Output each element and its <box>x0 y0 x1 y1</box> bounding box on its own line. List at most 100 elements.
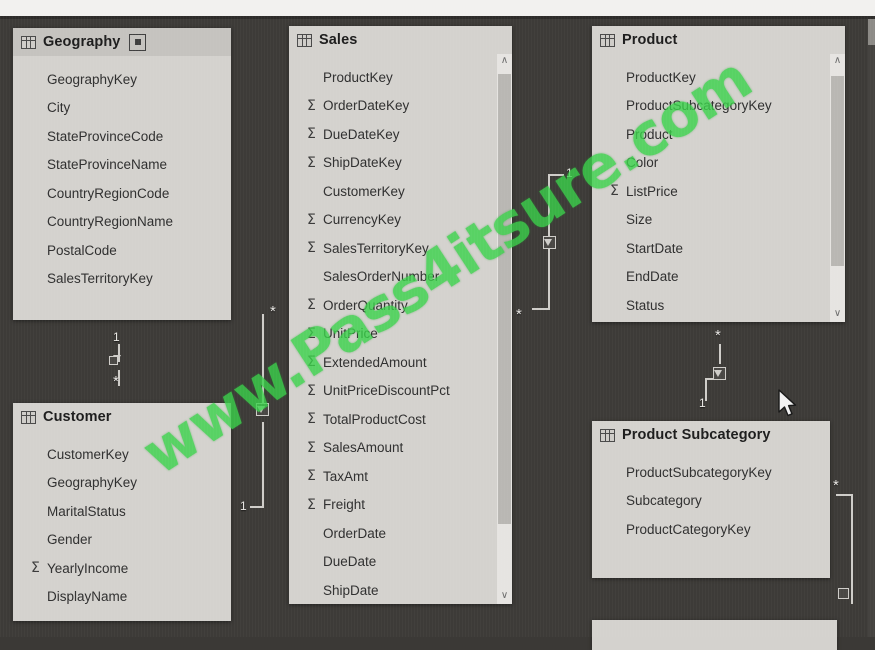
cardinality-many-product: * <box>715 327 721 344</box>
field-label: SalesTerritoryKey <box>47 271 153 287</box>
field-row[interactable]: ΣStateProvinceCode <box>13 122 231 151</box>
field-label: SalesTerritoryKey <box>323 240 429 256</box>
field-row[interactable]: ΣGeographyKey <box>13 65 231 94</box>
field-row[interactable]: ΣStateProvinceName <box>13 151 231 180</box>
scroll-up-icon[interactable]: ∧ <box>501 54 508 69</box>
scrollbar-thumb[interactable] <box>831 76 844 266</box>
field-label: MaritalStatus <box>47 503 126 519</box>
table-title-sales: Sales <box>319 32 358 48</box>
scrollbar-product[interactable]: ∧ ∨ <box>830 54 845 322</box>
field-row[interactable]: ΣDueDate <box>289 548 512 577</box>
field-row[interactable]: ΣMaritalStatus <box>13 497 231 526</box>
field-label: Freight <box>323 497 366 513</box>
table-card-customer[interactable]: Customer ΣCustomerKey ΣGeographyKey ΣMar… <box>13 403 231 621</box>
field-row[interactable]: Σ SalesTerritoryKey <box>289 234 512 263</box>
field-row[interactable]: ΣShipDate <box>289 576 512 604</box>
field-label: OrderDateKey <box>323 98 410 114</box>
scroll-down-icon[interactable]: ∨ <box>501 589 508 604</box>
field-row[interactable]: ΣCustomerKey <box>13 440 231 469</box>
field-label: OrderDate <box>323 525 387 541</box>
table-header-product-subcategory[interactable]: Product Subcategory <box>592 421 830 449</box>
cross-filter-arrow-icon <box>257 406 265 413</box>
field-row[interactable]: ΣCity <box>13 94 231 123</box>
field-label: CustomerKey <box>47 446 129 462</box>
field-row[interactable]: ΣProductKey <box>289 63 512 92</box>
field-label: UnitPriceDiscountPct <box>323 383 450 399</box>
window-top-strip <box>0 0 875 19</box>
field-row[interactable]: Σ ListPrice <box>592 177 845 206</box>
scrollbar-thumb[interactable] <box>498 74 511 524</box>
field-row[interactable]: ΣSalesTerritoryKey <box>13 265 231 294</box>
field-row[interactable]: ΣCustomerKey <box>289 177 512 206</box>
field-label: StateProvinceName <box>47 157 168 173</box>
table-icon <box>21 410 36 424</box>
field-row[interactable]: Σ TaxAmt <box>289 462 512 491</box>
cardinality-one-subcategory: 1 <box>699 396 706 410</box>
field-row[interactable]: ΣDisplayName <box>13 583 231 612</box>
field-label: ProductKey <box>323 69 393 85</box>
field-row[interactable]: ΣEndDate <box>592 263 845 292</box>
field-row[interactable]: Σ UnitPrice <box>289 320 512 349</box>
field-row[interactable]: Σ ExtendedAmount <box>289 348 512 377</box>
field-row[interactable]: Σ TotalProductCost <box>289 405 512 434</box>
page-scrollbar-thumb[interactable] <box>868 19 875 45</box>
field-row[interactable]: ΣGender <box>13 526 231 555</box>
table-card-product[interactable]: Product ΣProductKey ΣProductSubcategoryK… <box>592 26 845 322</box>
model-diagram-canvas[interactable]: Geography ΣGeographyKey ΣCity ΣStateProv… <box>0 0 875 650</box>
table-header-partial <box>592 620 837 648</box>
scroll-up-icon[interactable]: ∧ <box>834 54 841 69</box>
field-row[interactable]: ΣColor <box>592 149 845 178</box>
field-row[interactable]: ΣProductKey <box>592 63 845 92</box>
field-label: DueDate <box>323 554 377 570</box>
field-list-customer: ΣCustomerKey ΣGeographyKey ΣMaritalStatu… <box>13 431 231 617</box>
field-row[interactable]: ΣSubcategory <box>592 487 830 516</box>
field-row[interactable]: ΣSalesOrderNumber <box>289 263 512 292</box>
table-card-sales[interactable]: Sales ΣProductKey ΣOrderDateKey ΣDueDate… <box>289 26 512 604</box>
field-row[interactable]: ΣSize <box>592 206 845 235</box>
table-card-geography[interactable]: Geography ΣGeographyKey ΣCity ΣStateProv… <box>13 28 231 320</box>
field-row[interactable]: ΣProductSubcategoryKey <box>592 458 830 487</box>
field-row[interactable]: Σ Freight <box>289 491 512 520</box>
cross-filter-handle[interactable] <box>109 356 118 365</box>
field-row[interactable]: Σ CurrencyKey <box>289 206 512 235</box>
field-row[interactable]: ΣStartDate <box>592 234 845 263</box>
table-card-product-subcategory[interactable]: Product Subcategory ΣProductSubcategoryK… <box>592 421 830 578</box>
table-header-product[interactable]: Product <box>592 26 845 54</box>
table-card-partial-offscreen[interactable] <box>592 620 837 650</box>
sigma-icon: Σ <box>307 354 316 371</box>
table-header-customer[interactable]: Customer <box>13 403 231 431</box>
expand-table-icon[interactable] <box>129 33 147 51</box>
table-header-sales[interactable]: Sales <box>289 26 512 54</box>
field-row[interactable]: ΣOrderDate <box>289 519 512 548</box>
field-row[interactable]: Σ SalesAmount <box>289 434 512 463</box>
mouse-cursor <box>778 389 797 417</box>
scroll-down-icon[interactable]: ∨ <box>834 307 841 322</box>
field-row[interactable]: ΣProduct <box>592 120 845 149</box>
field-row[interactable]: Σ OrderDateKey <box>289 92 512 121</box>
field-row[interactable]: ΣCountryRegionCode <box>13 179 231 208</box>
field-row[interactable]: ΣProductSubcategoryKey <box>592 92 845 121</box>
field-label: Status <box>626 297 665 313</box>
field-row[interactable]: Σ UnitPriceDiscountPct <box>289 377 512 406</box>
table-header-geography[interactable]: Geography <box>13 28 231 56</box>
sigma-icon: Σ <box>307 411 316 428</box>
page-scrollbar[interactable] <box>868 19 875 637</box>
field-row[interactable]: Σ ShipDateKey <box>289 149 512 178</box>
field-label: ProductSubcategoryKey <box>626 464 772 480</box>
field-row[interactable]: ΣStatus <box>592 291 845 320</box>
field-list-product: ΣProductKey ΣProductSubcategoryKey ΣProd… <box>592 54 845 322</box>
field-label: Product <box>626 126 673 142</box>
field-row[interactable]: ΣProductCategoryKey <box>592 515 830 544</box>
sigma-icon: Σ <box>307 240 316 257</box>
field-row[interactable]: Σ YearlyIncome <box>13 554 231 583</box>
field-label: CustomerKey <box>323 183 405 199</box>
field-row[interactable]: Σ OrderQuantity <box>289 291 512 320</box>
field-row[interactable]: ΣPostalCode <box>13 236 231 265</box>
scrollbar-sales[interactable]: ∧ ∨ <box>497 54 512 604</box>
field-row[interactable]: ΣGeographyKey <box>13 469 231 498</box>
cross-filter-handle[interactable] <box>838 588 849 599</box>
field-list-product-subcategory: ΣProductSubcategoryKey ΣSubcategory ΣPro… <box>592 449 830 550</box>
field-row[interactable]: ΣCountryRegionName <box>13 208 231 237</box>
field-label: SalesOrderNumber <box>323 269 440 285</box>
field-row[interactable]: Σ DueDateKey <box>289 120 512 149</box>
